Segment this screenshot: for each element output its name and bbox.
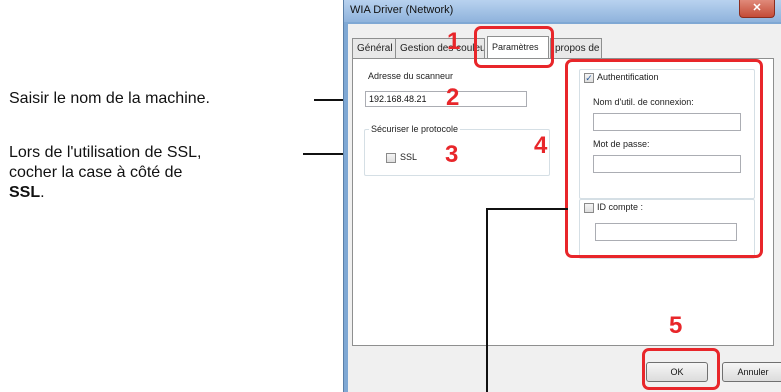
highlight-auth-area xyxy=(565,59,763,258)
ssl-instruction-bold: SSL xyxy=(9,184,41,201)
scanner-address-label: Adresse du scanneur xyxy=(368,71,454,81)
ssl-checkbox-label: SSL xyxy=(400,152,418,162)
ssl-instruction-line3: SSL. xyxy=(9,183,202,203)
account-leader-vertical xyxy=(486,208,488,392)
step2-instruction: Saisir le nom de la machine. xyxy=(9,89,210,109)
tab-about[interactable]: propos de xyxy=(550,38,602,59)
step-4-number: 4 xyxy=(534,132,548,159)
account-leader-horizontal xyxy=(486,208,568,210)
ssl-instruction-end: . xyxy=(40,184,45,201)
highlight-settings-tab xyxy=(474,26,554,68)
close-button[interactable]: ✕ xyxy=(739,0,775,18)
title-bar: WIA Driver (Network) ✕ xyxy=(344,0,781,22)
step-3-number: 3 xyxy=(445,141,459,168)
ssl-checkbox[interactable] xyxy=(386,153,396,163)
ssl-instruction-line1: Lors de l'utilisation de SSL, xyxy=(9,144,202,161)
highlight-ok-button xyxy=(642,348,720,390)
ssl-instruction: Lors de l'utilisation de SSL, cocher la … xyxy=(9,143,202,203)
cancel-button[interactable]: Annuler xyxy=(722,362,781,382)
tab-general[interactable]: Général xyxy=(352,38,396,59)
step2-instruction-text: Saisir le nom de la machine. xyxy=(9,90,210,107)
secure-protocol-label: Sécuriser le protocole xyxy=(369,124,461,134)
window-title: WIA Driver (Network) xyxy=(350,4,454,16)
ssl-instruction-line2: cocher la case à côté de xyxy=(9,164,183,181)
step-2-number: 2 xyxy=(446,84,460,111)
tab-color-management[interactable]: Gestion des couleurs xyxy=(395,38,485,59)
step-5-number: 5 xyxy=(669,312,683,339)
step-1-number: 1 xyxy=(447,28,461,55)
